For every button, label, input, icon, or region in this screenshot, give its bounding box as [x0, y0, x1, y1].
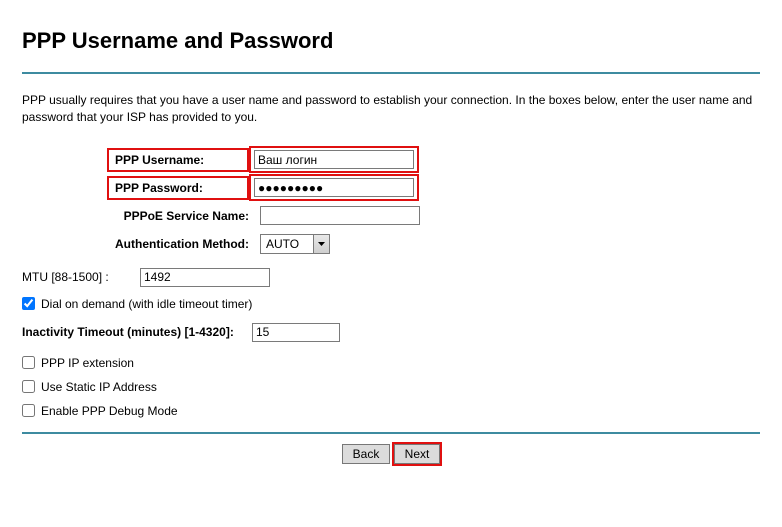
ppp-password-label: PPP Password: — [107, 176, 249, 200]
divider-top — [22, 72, 760, 74]
intro-text: PPP usually requires that you have a use… — [22, 92, 760, 126]
mtu-input[interactable] — [140, 268, 270, 287]
chevron-down-icon — [313, 235, 329, 253]
auth-method-select[interactable]: AUTO — [260, 234, 330, 254]
auth-method-label: Authentication Method: — [107, 237, 257, 251]
use-static-ip-checkbox[interactable] — [22, 380, 35, 393]
inactivity-timeout-label: Inactivity Timeout (minutes) [1-4320]: — [22, 325, 252, 339]
mtu-label: MTU [88-1500] : — [22, 270, 140, 284]
inactivity-timeout-input[interactable] — [252, 323, 340, 342]
ppp-ip-extension-checkbox[interactable] — [22, 356, 35, 369]
auth-method-value: AUTO — [261, 235, 313, 253]
ppp-username-label: PPP Username: — [107, 148, 249, 172]
debug-mode-label: Enable PPP Debug Mode — [41, 404, 178, 418]
service-name-input[interactable] — [260, 206, 420, 225]
ppp-username-input[interactable] — [254, 150, 414, 169]
page-title: PPP Username and Password — [22, 28, 760, 54]
next-button[interactable]: Next — [394, 444, 441, 464]
dial-on-demand-checkbox[interactable] — [22, 297, 35, 310]
ppp-ip-extension-label: PPP IP extension — [41, 356, 134, 370]
credentials-block: PPP Username: PPP Password: PPPoE Servic… — [107, 146, 760, 258]
back-button[interactable]: Back — [342, 444, 391, 464]
use-static-ip-label: Use Static IP Address — [41, 380, 157, 394]
dial-on-demand-label: Dial on demand (with idle timeout timer) — [41, 297, 252, 311]
ppp-password-input[interactable] — [254, 178, 414, 197]
divider-bottom — [22, 432, 760, 434]
service-name-label: PPPoE Service Name: — [107, 209, 257, 223]
debug-mode-checkbox[interactable] — [22, 404, 35, 417]
button-bar: Back Next — [22, 444, 760, 464]
